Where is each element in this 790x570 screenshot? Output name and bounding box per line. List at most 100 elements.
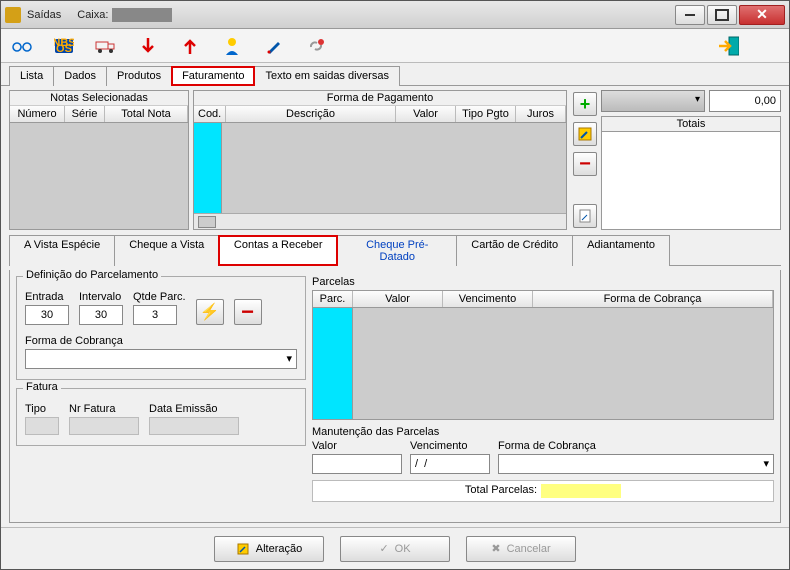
col-total-nota[interactable]: Total Nota xyxy=(105,106,188,122)
toolbar: NBSOS xyxy=(1,29,789,63)
col-valor[interactable]: Valor xyxy=(396,106,456,122)
col-cod[interactable]: Cod. xyxy=(194,106,226,122)
data-emissao-field xyxy=(149,417,239,435)
left-group: Definição do Parcelamento Entrada Interv… xyxy=(16,276,306,516)
maint-valor-label: Valor xyxy=(312,440,402,452)
add-button[interactable]: + xyxy=(573,92,597,116)
tipo-field xyxy=(25,417,59,435)
close-button[interactable]: ✕ xyxy=(739,5,785,25)
col-forma-cobranca[interactable]: Forma de Cobrança xyxy=(533,291,773,307)
right-column: Totais xyxy=(601,90,781,230)
parcelas-grid: Parc. Valor Vencimento Forma de Cobrança xyxy=(312,290,774,420)
nbs-icon[interactable]: NBSOS xyxy=(53,35,75,57)
edit-form-button[interactable] xyxy=(573,122,597,146)
col-numero[interactable]: Número xyxy=(10,106,65,122)
maint-forma-label: Forma de Cobrança xyxy=(498,440,774,452)
maximize-button[interactable] xyxy=(707,5,737,25)
qtde-input[interactable] xyxy=(133,305,177,325)
forma-pag-header: Cod. Descrição Valor Tipo Pgto Juros xyxy=(194,106,566,123)
manutencao-group: Manutenção das Parcelas Valor Vencimento… xyxy=(312,426,774,474)
totais-panel: Totais xyxy=(601,116,781,230)
tab-avista-especie[interactable]: A Vista Espécie xyxy=(9,235,115,266)
pen-icon[interactable] xyxy=(263,35,285,57)
col-vencimento[interactable]: Vencimento xyxy=(443,291,533,307)
maint-forma-select[interactable] xyxy=(498,454,774,474)
col-parc[interactable]: Parc. xyxy=(313,291,353,307)
forma-pag-panel: Forma de Pagamento Cod. Descrição Valor … xyxy=(193,90,567,230)
qtde-label: Qtde Parc. xyxy=(133,291,186,303)
svg-text:OS: OS xyxy=(56,43,72,54)
clear-button[interactable]: − xyxy=(234,299,262,325)
intervalo-label: Intervalo xyxy=(79,291,123,303)
check-icon: ✓ xyxy=(379,542,388,555)
notas-body[interactable] xyxy=(10,123,188,229)
h-scrollbar[interactable] xyxy=(194,213,566,229)
side-buttons: + − xyxy=(571,90,597,230)
maint-venc-input[interactable] xyxy=(410,454,490,474)
notas-panel: Notas Selecionadas Número Série Total No… xyxy=(9,90,189,230)
generate-button[interactable]: ⚡ xyxy=(196,299,224,325)
tab-texto[interactable]: Texto em saidas diversas xyxy=(254,66,400,86)
footer: Alteração ✓ OK ✖ Cancelar xyxy=(1,527,789,569)
totais-body xyxy=(602,132,780,229)
parc-cyan-col xyxy=(313,308,353,419)
entrada-input[interactable] xyxy=(25,305,69,325)
right-combo[interactable] xyxy=(601,90,705,112)
manutencao-label: Manutenção das Parcelas xyxy=(312,426,774,438)
tab-cartao[interactable]: Cartão de Crédito xyxy=(456,235,573,266)
caixa-value xyxy=(112,8,172,22)
alteracao-button[interactable]: Alteração xyxy=(214,536,324,562)
cancel-icon: ✖ xyxy=(491,542,500,555)
tab-produtos[interactable]: Produtos xyxy=(106,66,172,86)
col-serie[interactable]: Série xyxy=(65,106,105,122)
alteracao-label: Alteração xyxy=(256,543,302,555)
titlebar: Saídas Caixa: ✕ xyxy=(1,1,789,29)
col-parc-valor[interactable]: Valor xyxy=(353,291,443,307)
total-parcelas-label: Total Parcelas: xyxy=(465,484,537,498)
forma-cobranca-select[interactable] xyxy=(25,349,297,369)
total-parcelas-row: Total Parcelas: xyxy=(312,480,774,502)
app-icon xyxy=(5,7,21,23)
main-tabbar: Lista Dados Produtos Faturamento Texto e… xyxy=(1,63,789,86)
caixa-label: Caixa: xyxy=(77,9,108,21)
glasses-icon[interactable] xyxy=(11,35,33,57)
exit-icon[interactable] xyxy=(717,35,739,57)
cancelar-button[interactable]: ✖ Cancelar xyxy=(466,536,576,562)
person-icon[interactable] xyxy=(221,35,243,57)
tab-faturamento[interactable]: Faturamento xyxy=(171,66,255,86)
notas-title: Notas Selecionadas xyxy=(10,91,188,106)
intervalo-input[interactable] xyxy=(79,305,123,325)
forma-pag-body[interactable] xyxy=(194,123,566,213)
link-icon[interactable] xyxy=(305,35,327,57)
arrow-up-icon[interactable] xyxy=(179,35,201,57)
tab-cheque-vista[interactable]: Cheque a Vista xyxy=(114,235,219,266)
remove-button[interactable]: − xyxy=(573,152,597,176)
body: Notas Selecionadas Número Série Total No… xyxy=(1,86,789,527)
arrow-down-icon[interactable] xyxy=(137,35,159,57)
tab-cheque-pre[interactable]: Cheque Pré-Datado xyxy=(337,235,457,266)
col-descricao[interactable]: Descrição xyxy=(226,106,396,122)
totais-title: Totais xyxy=(602,117,780,132)
data-emissao-label: Data Emissão xyxy=(149,403,239,415)
col-tipo-pgto[interactable]: Tipo Pgto xyxy=(456,106,516,122)
tab-dados[interactable]: Dados xyxy=(53,66,107,86)
truck-icon[interactable] xyxy=(95,35,117,57)
ok-button[interactable]: ✓ OK xyxy=(340,536,450,562)
parcelas-body[interactable] xyxy=(313,308,773,419)
maint-venc-label: Vencimento xyxy=(410,440,490,452)
parcelamento-group: Definição do Parcelamento Entrada Interv… xyxy=(16,276,306,380)
nrfatura-field xyxy=(69,417,139,435)
mid-panel: Definição do Parcelamento Entrada Interv… xyxy=(9,270,781,523)
right-value-input[interactable] xyxy=(709,90,781,112)
tab-adiantamento[interactable]: Adiantamento xyxy=(572,235,670,266)
minimize-button[interactable] xyxy=(675,5,705,25)
maint-valor-input[interactable] xyxy=(312,454,402,474)
payment-tabbar: A Vista Espécie Cheque a Vista Contas a … xyxy=(9,234,781,266)
doc-button[interactable] xyxy=(573,204,597,228)
col-juros[interactable]: Juros xyxy=(516,106,566,122)
tab-lista[interactable]: Lista xyxy=(9,66,54,86)
cancelar-label: Cancelar xyxy=(507,543,551,555)
tab-contas-receber[interactable]: Contas a Receber xyxy=(218,235,338,266)
parcelas-panel: Parcelas Parc. Valor Vencimento Forma de… xyxy=(312,276,774,516)
window-title: Saídas xyxy=(27,9,61,21)
